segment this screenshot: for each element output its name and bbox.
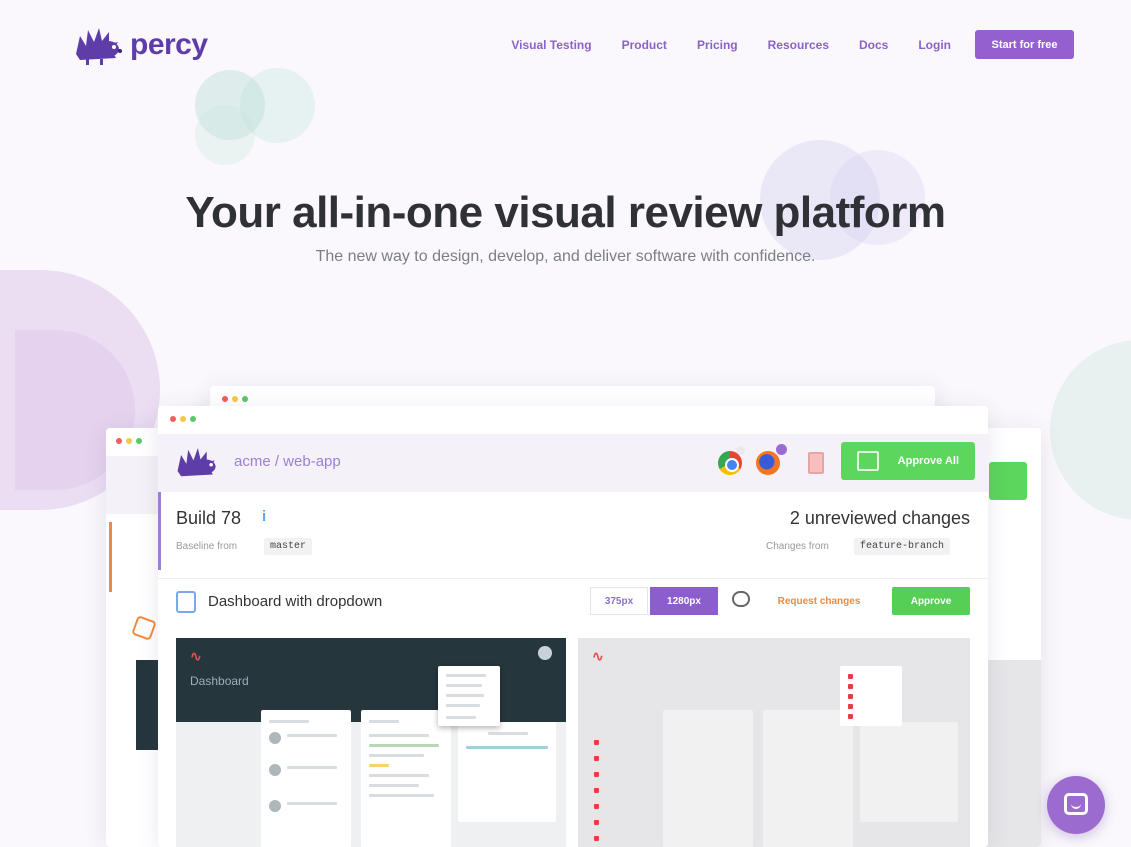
calendar-panel — [458, 722, 556, 822]
hero-subtitle: The new way to design, develop, and deli… — [315, 248, 816, 265]
changes-from-label: Changes from — [766, 541, 829, 552]
pulse-icon — [131, 615, 157, 641]
request-changes-button[interactable]: Request changes — [764, 587, 874, 615]
snapshot-header: Dashboard with dropdown 375px 1280px Req… — [158, 578, 988, 622]
firefox-icon[interactable] — [756, 451, 780, 475]
window-controls — [170, 416, 196, 422]
hedgehog-icon — [76, 28, 122, 65]
info-icon[interactable]: i — [262, 508, 276, 526]
unreviewed-count: 2 unreviewed changes — [789, 508, 970, 528]
window-controls — [116, 438, 142, 444]
width-1280-button[interactable]: 1280px — [650, 587, 718, 615]
changes-branch: feature-branch — [854, 538, 951, 555]
avatar — [538, 646, 552, 660]
baseline-label: Baseline from — [176, 541, 238, 552]
width-375-button[interactable]: 375px — [590, 587, 648, 615]
dropdown-menu — [438, 666, 500, 726]
comment-icon[interactable] — [732, 591, 750, 607]
snapshot-title: Dashboard with dropdown — [208, 593, 383, 610]
nav-link-visual-testing[interactable]: Visual Testing — [511, 38, 591, 52]
minimize-dot[interactable] — [180, 416, 186, 422]
window-controls — [222, 396, 248, 402]
nav-link-docs[interactable]: Docs — [859, 38, 888, 52]
app-header: acme / web-app Approve All — [158, 434, 988, 492]
maximize-dot[interactable] — [190, 416, 196, 422]
messages-panel — [663, 710, 753, 847]
bg-blob — [1050, 340, 1131, 520]
pulse-icon: ∿ — [190, 648, 202, 664]
calendar-panel — [860, 722, 958, 822]
bg-blob — [195, 105, 255, 165]
approve-icon — [989, 462, 1027, 500]
tasks-panel — [763, 710, 853, 847]
tasks-panel — [361, 710, 451, 847]
approve-button[interactable]: Approve — [892, 587, 970, 615]
chat-icon — [1064, 793, 1088, 815]
approve-all-button[interactable]: Approve All — [841, 442, 975, 480]
package-icon — [857, 451, 879, 471]
nav-link-resources[interactable]: Resources — [768, 38, 829, 52]
nav-link-login[interactable]: Login — [918, 38, 951, 52]
baseline-branch: master — [264, 538, 313, 555]
diff-screenshot[interactable]: ∿ — [578, 638, 970, 847]
pulse-icon: ∿ — [592, 648, 604, 664]
start-for-free-button[interactable]: Start for free — [975, 30, 1074, 59]
nav-link-product[interactable]: Product — [622, 38, 667, 52]
build-info-row: Build 78 i Baseline from master 2 unrevi… — [158, 492, 988, 570]
nav-link-pricing[interactable]: Pricing — [697, 38, 738, 52]
build-title: Build 78 — [176, 508, 242, 528]
notification-badge — [776, 444, 787, 455]
chrome-icon[interactable] — [718, 451, 742, 475]
messages-panel — [261, 710, 351, 847]
top-nav: percy Visual Testing Product Pricing Res… — [0, 0, 1131, 92]
nav-links: Visual Testing Product Pricing Resources… — [511, 38, 951, 52]
hero-title: Your all-in-one visual review platform — [185, 188, 946, 237]
document-icon[interactable] — [808, 452, 824, 474]
main-review-window: acme / web-app Approve All Build 78 i Ba… — [158, 406, 988, 847]
dashboard-label: Dashboard — [190, 674, 249, 688]
chat-button[interactable] — [1047, 776, 1105, 834]
percy-logo[interactable]: percy — [72, 24, 208, 66]
close-dot[interactable] — [170, 416, 176, 422]
approve-all-label: Approve All — [897, 455, 959, 467]
snapshot-icon — [176, 591, 196, 613]
accent-bar — [109, 522, 112, 592]
baseline-screenshot[interactable]: ∿ Dashboard — [176, 638, 566, 847]
logo-text: percy — [130, 28, 208, 61]
hedgehog-icon — [177, 447, 216, 477]
browser-tab-bar — [158, 406, 988, 434]
repo-link[interactable]: acme / web-app — [234, 453, 341, 470]
